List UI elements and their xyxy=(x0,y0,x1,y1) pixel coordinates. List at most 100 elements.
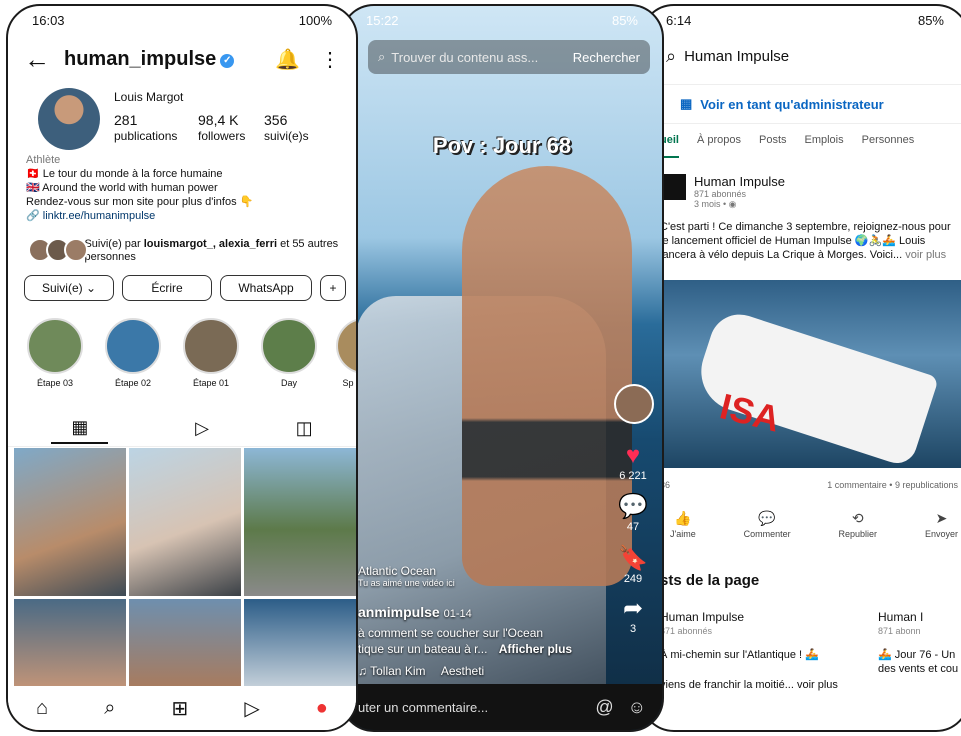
card-followers: 871 abonnés xyxy=(660,626,713,636)
story-highlight[interactable]: Étape 03 xyxy=(24,318,86,388)
status-battery: 100% xyxy=(298,12,332,28)
stat-posts[interactable]: 281 publications xyxy=(114,112,177,144)
card-text: À mi-chemin sur l'Atlantique ! 🚣 xyxy=(660,649,819,661)
repost-button[interactable]: ⟲ Republier xyxy=(839,510,878,539)
followed-names: louismargot_, alexia_ferri xyxy=(143,238,278,250)
tab-people[interactable]: Personnes xyxy=(862,134,915,158)
status-bar: 15:22 85% xyxy=(342,6,662,34)
stat-following[interactable]: 356 suivi(e)s xyxy=(264,112,309,144)
mention-icon[interactable]: @ xyxy=(595,697,613,718)
followed-by[interactable]: Suivi(e) par louismargot_, alexia_ferri … xyxy=(28,238,348,264)
tagged-icon[interactable]: ◫ xyxy=(296,418,313,439)
post-author[interactable]: Human Impulse xyxy=(660,174,961,189)
post-image[interactable]: ISA xyxy=(660,280,961,469)
comment-repost-count[interactable]: 1 commentaire • 9 republications xyxy=(827,480,958,490)
comment-count: 47 xyxy=(626,521,640,533)
create-post-icon[interactable]: ⊞ xyxy=(171,696,188,721)
see-more-link[interactable]: voir plus xyxy=(905,249,946,261)
highlight-label: Étape 03 xyxy=(36,378,74,388)
bookmark-icon: 🔖 xyxy=(618,545,648,572)
back-arrow-icon[interactable]: ← xyxy=(24,44,64,75)
share-count: 3 xyxy=(629,623,637,635)
show-more-link[interactable]: Afficher plus xyxy=(499,642,572,656)
share-button[interactable]: ➦ 3 xyxy=(614,594,652,635)
stat-label: publications xyxy=(114,129,178,143)
send-button[interactable]: ➤ Envoyer xyxy=(925,510,958,539)
admin-view-link[interactable]: ▦ Voir en tant qu'administrateur xyxy=(664,84,961,124)
page-post-card[interactable]: Human I 871 abonn 🚣 Jour 76 - Un des ven… xyxy=(878,610,961,676)
story-highlight[interactable]: Étape 02 xyxy=(102,318,164,388)
like-button[interactable]: ♥ 6 221 xyxy=(614,442,652,482)
admin-view-label: Voir en tant qu'administrateur xyxy=(700,96,884,112)
status-bar: 6:14 85% xyxy=(642,6,961,34)
share-icon: ➦ xyxy=(622,595,644,622)
profile-tabs: ▦ ▷ ◫ xyxy=(8,411,356,447)
story-highlight[interactable]: Sp xyxy=(336,318,356,388)
search-input[interactable]: Human Impulse xyxy=(684,48,789,65)
verified-badge-icon: ✓ xyxy=(220,53,235,68)
message-button[interactable]: Écrire xyxy=(122,275,212,301)
like-button[interactable]: 👍 J'aime xyxy=(670,510,696,539)
stat-followers[interactable]: 98,4 Kfollowers xyxy=(198,112,245,144)
search-icon[interactable]: ⌕ xyxy=(104,697,115,720)
card-author: Human Impulse xyxy=(660,610,745,624)
search-bar[interactable]: ⌕ Trouver du contenu ass... Rechercher xyxy=(368,40,650,74)
tab-posts[interactable]: Posts xyxy=(759,134,787,158)
followed-prefix: Suivi(e) par xyxy=(84,238,144,250)
highlight-thumb xyxy=(183,318,239,374)
whatsapp-button[interactable]: WhatsApp xyxy=(220,275,312,301)
reels-icon[interactable]: ▷ xyxy=(195,418,209,439)
post-actions: 👍 J'aime 💬 Commenter ⟲ Republier ➤ Envoyer xyxy=(670,510,958,539)
status-time: 6:14 xyxy=(666,12,692,28)
comment-bar[interactable]: uter un commentaire... @ ☺ xyxy=(342,684,662,730)
grid-post[interactable] xyxy=(14,448,126,596)
creator-avatar[interactable] xyxy=(614,384,654,424)
author-name[interactable]: anmimpulse 01-14 xyxy=(358,604,472,620)
search-input[interactable]: Trouver du contenu ass... xyxy=(391,50,538,65)
comment-button[interactable]: 💬 47 xyxy=(614,492,652,533)
search-bar[interactable]: ⌕ Human Impulse xyxy=(666,38,958,74)
comment-input[interactable]: uter un commentaire... xyxy=(358,700,488,715)
add-person-icon[interactable]: + xyxy=(320,275,346,301)
home-icon[interactable]: ⌂ xyxy=(36,697,48,720)
rower-figure xyxy=(462,166,632,586)
highlight-label: Sp xyxy=(342,378,354,388)
search-button[interactable]: Rechercher xyxy=(573,50,640,65)
post-text: C'est parti ! Ce dimanche 3 septembre, r… xyxy=(660,210,961,262)
highlight-thumb xyxy=(105,318,161,374)
emoji-icon[interactable]: ☺ xyxy=(628,697,646,718)
following-button[interactable]: Suivi(e) ⌄ xyxy=(24,275,114,301)
card-text-2: viens de franchir la moitié... voir plus xyxy=(660,679,838,691)
caption-line: tique sur un bateau à r... Afficher plus xyxy=(358,642,572,656)
like-label: J'aime xyxy=(670,529,696,539)
grid-post[interactable] xyxy=(244,448,356,596)
music-row[interactable]: ♫ Tollan Kim Aestheti xyxy=(358,664,484,678)
story-highlight[interactable]: Étape 01 xyxy=(180,318,242,388)
tab-about[interactable]: À propos xyxy=(697,134,741,158)
profile-username: human_impulse ✓ xyxy=(64,48,255,71)
bio-link[interactable]: 🔗 linktr.ee/humanimpulse xyxy=(26,209,346,223)
notification-bell-icon[interactable]: 🔔 xyxy=(275,47,300,72)
profile-avatar-icon[interactable]: ● xyxy=(316,697,328,720)
comment-icon: 💬 xyxy=(758,510,776,526)
username-text: human_impulse xyxy=(64,47,217,70)
grid-icon[interactable]: ▦ xyxy=(51,413,109,444)
save-button[interactable]: 🔖 249 xyxy=(614,544,652,585)
highlight-thumb xyxy=(27,318,83,374)
more-options-icon[interactable]: ⋮ xyxy=(320,47,340,72)
comment-button[interactable]: 💬 Commenter xyxy=(744,510,791,539)
tab-jobs[interactable]: Emplois xyxy=(805,134,844,158)
grid-post[interactable] xyxy=(129,448,241,596)
send-icon: ➤ xyxy=(935,510,948,526)
highlight-label: Étape 02 xyxy=(114,378,152,388)
avatar[interactable] xyxy=(38,88,100,150)
page-post-card[interactable]: Human Impulse 871 abonnés À mi-chemin su… xyxy=(660,610,860,692)
reels-icon[interactable]: ▷ xyxy=(244,696,259,721)
stat-value: 281 xyxy=(114,112,138,128)
story-highlight[interactable]: Day xyxy=(258,318,320,388)
page-tabs: ueil À propos Posts Emplois Personnes xyxy=(642,134,961,158)
caption-line-1: à comment se coucher sur l'Ocean xyxy=(358,626,544,640)
profile-header: ← human_impulse ✓ 🔔 ⋮ xyxy=(8,36,356,82)
save-count: 249 xyxy=(623,573,643,585)
location-label[interactable]: Atlantic Ocean xyxy=(358,564,436,578)
